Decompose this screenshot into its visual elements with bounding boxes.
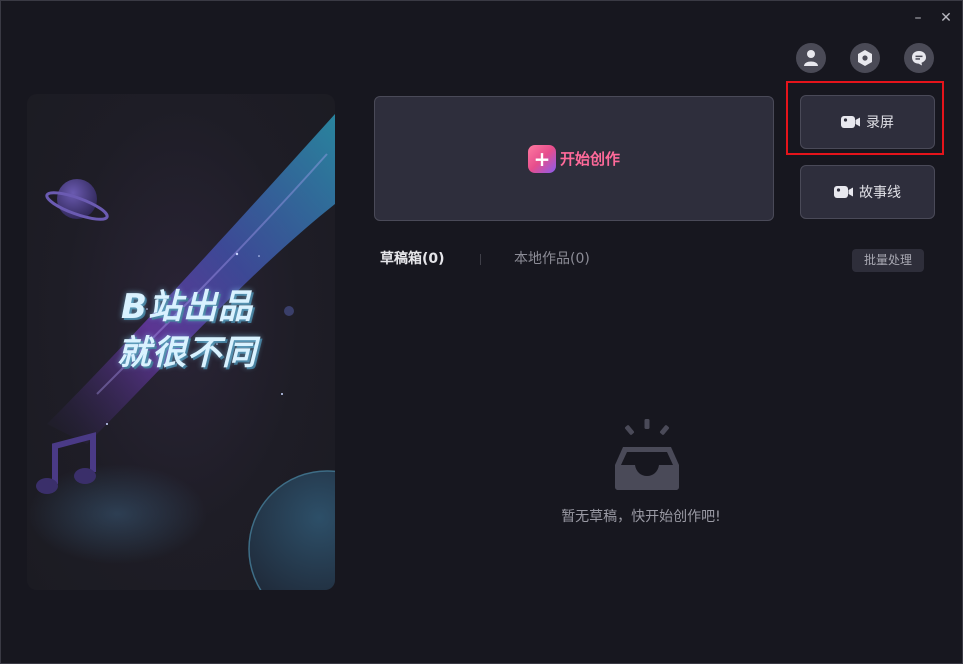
close-button[interactable]: ✕: [937, 9, 955, 27]
tab-drafts[interactable]: 草稿箱(0): [380, 250, 445, 268]
app-window: – ✕ B站出品 就很不同 + 开始创作 录屏 故事线 草稿箱(0) 本地作品(…: [0, 0, 963, 664]
banner-slogan: B站出品 就很不同: [107, 284, 267, 376]
promo-banner[interactable]: B站出品 就很不同: [27, 94, 335, 590]
light-streak-graphic: [47, 114, 335, 444]
banner-slogan-line1: B站出品: [121, 287, 253, 327]
banner-slogan-line2: 就很不同: [117, 333, 257, 373]
record-highlight-box: [786, 81, 944, 155]
storyline-button[interactable]: 故事线: [800, 165, 935, 219]
large-planet-graphic: [248, 470, 335, 590]
feedback-icon[interactable]: [904, 43, 934, 73]
empty-inbox-icon: [613, 419, 681, 495]
settings-icon[interactable]: [850, 43, 880, 73]
empty-state-message: 暂无草稿，快开始创作吧!: [561, 509, 721, 525]
tab-divider: [480, 254, 481, 265]
video-camera-icon: [834, 185, 854, 199]
start-create-label: 开始创作: [559, 150, 620, 168]
start-create-button[interactable]: + 开始创作: [374, 96, 774, 221]
storyline-label: 故事线: [859, 185, 901, 201]
small-planet-graphic: [284, 306, 294, 316]
plus-icon: +: [527, 144, 556, 173]
batch-process-button[interactable]: 批量处理: [852, 249, 924, 272]
planet-ring-graphic: [45, 179, 109, 221]
user-icon[interactable]: [796, 43, 826, 73]
minimize-button[interactable]: –: [909, 9, 927, 27]
tab-local-works[interactable]: 本地作品(0): [514, 250, 590, 268]
